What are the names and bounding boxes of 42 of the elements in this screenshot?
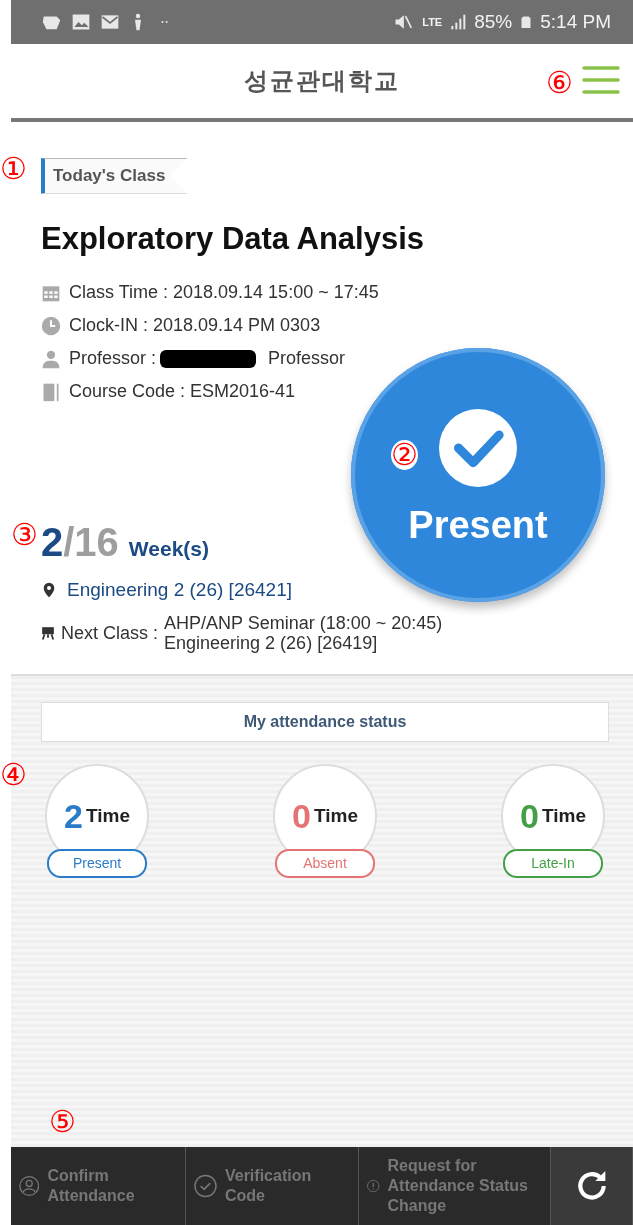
- next-class-info: AHP/ANP Seminar (18:00 ~ 20:45) Engineering 2 (26) [26419]: [164, 612, 443, 654]
- status-count: 0: [292, 795, 311, 837]
- image-icon: [71, 12, 91, 32]
- status-count: 2: [64, 795, 83, 837]
- refresh-button[interactable]: [551, 1147, 633, 1225]
- status-count: 0: [520, 795, 539, 837]
- book-icon: [41, 381, 61, 402]
- detail-text: Clock-IN : 2018.09.14 PM 0303: [69, 314, 321, 337]
- course-title: Exploratory Data Analysis: [41, 219, 426, 258]
- location-link[interactable]: Engineering 2 (26) [26421]: [67, 576, 292, 605]
- detail-text: Course Code : ESM2016-41: [69, 380, 296, 403]
- battery-percent: 85%: [474, 9, 513, 34]
- professor-label: Professor :: [69, 347, 157, 370]
- section-tag: Today's Class: [41, 158, 188, 194]
- check-circle-icon: [439, 409, 517, 487]
- week-unit: Week(s): [128, 536, 209, 562]
- callout-number: ①: [0, 154, 27, 184]
- detail-text: Class Time : 2018.09.14 15:00 ~ 17:45: [69, 281, 379, 304]
- clock-icon: [41, 315, 61, 336]
- clock-time: 5:14 PM: [540, 9, 611, 34]
- next-class-label: Next Class :: [61, 622, 159, 644]
- signal-icon: [450, 13, 467, 31]
- week-count: 2/16: [41, 519, 119, 566]
- status-label: Present: [47, 849, 147, 878]
- check-circle-icon: [194, 1174, 217, 1198]
- status-title-bar: My attendance status: [41, 702, 609, 742]
- app-title: 성균관대학교: [244, 66, 400, 96]
- person-outline-icon: [19, 1174, 40, 1198]
- callout-number: ④: [0, 760, 27, 790]
- professor-title: Professor: [268, 347, 346, 370]
- status-unit: Time: [541, 803, 586, 828]
- person-icon: [41, 348, 61, 369]
- status-label: Absent: [275, 849, 375, 878]
- status-unit: Time: [313, 803, 358, 828]
- callout-number: ⑥: [546, 68, 573, 98]
- easel-icon: [41, 626, 55, 641]
- network-label: LTE: [422, 14, 443, 30]
- callout-number: ③: [11, 520, 38, 550]
- mail-icon: [99, 12, 121, 32]
- callout-number: ⑤: [49, 1107, 76, 1137]
- status-unit: Time: [85, 803, 130, 828]
- status-label: Late-In: [503, 849, 603, 878]
